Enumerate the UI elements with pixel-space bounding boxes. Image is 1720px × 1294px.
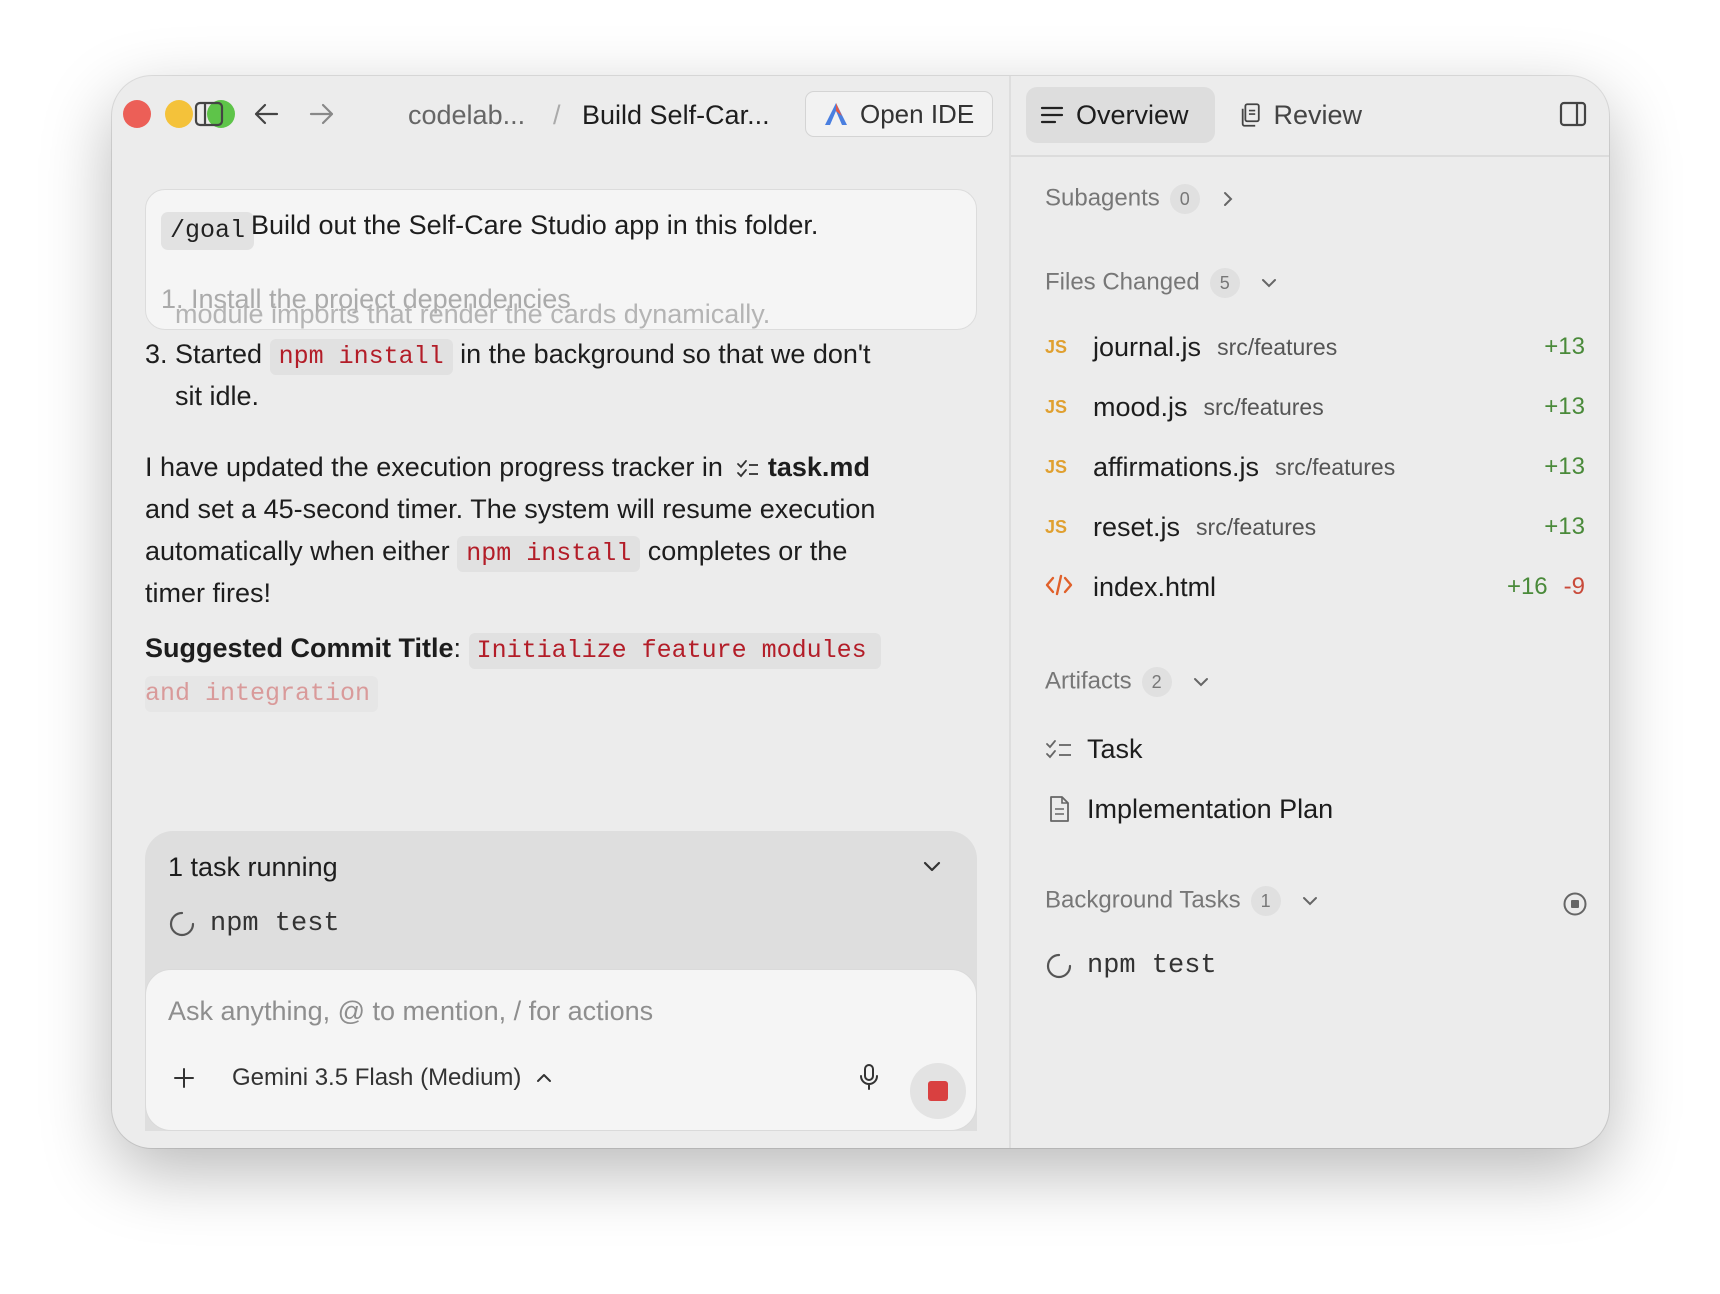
list-item-continuation: sit idle. bbox=[175, 381, 260, 411]
add-attachment-icon[interactable] bbox=[172, 1066, 196, 1095]
subagents-section-header[interactable]: Subagents 0 bbox=[1045, 184, 1236, 214]
breadcrumb-project[interactable]: codelab... bbox=[408, 100, 525, 131]
file-row-reset[interactable]: JS reset.js src/features +13 bbox=[1045, 507, 1585, 547]
tab-overview[interactable]: Overview bbox=[1026, 87, 1215, 143]
microphone-icon[interactable] bbox=[858, 1062, 880, 1097]
pane-divider bbox=[1009, 76, 1011, 1148]
tab-review[interactable]: Review bbox=[1226, 87, 1376, 143]
task-file-link[interactable]: task.md bbox=[736, 452, 870, 482]
commit-title-code-continued: and integration bbox=[145, 676, 379, 712]
subagents-count: 0 bbox=[1169, 184, 1200, 214]
background-tasks-section-header[interactable]: Background Tasks 1 bbox=[1045, 886, 1319, 916]
file-row-index[interactable]: index.html +16 -9 bbox=[1045, 567, 1585, 607]
file-row-affirmations[interactable]: JS affirmations.js src/features +13 bbox=[1045, 447, 1585, 487]
commit-title-code: Initialize feature modules bbox=[468, 633, 881, 669]
list-item-number: 3. bbox=[145, 339, 168, 369]
ide-logo-icon bbox=[825, 103, 847, 125]
breadcrumb-conversation[interactable]: Build Self-Car... bbox=[582, 100, 770, 131]
chat-input[interactable]: Ask anything, @ to mention, / for action… bbox=[168, 996, 653, 1027]
background-tasks-count: 1 bbox=[1250, 886, 1281, 916]
chevron-up-icon bbox=[537, 1074, 552, 1082]
document-icon bbox=[1050, 796, 1069, 822]
toggle-panel-icon[interactable] bbox=[1559, 100, 1587, 133]
model-selector[interactable]: Gemini 3.5 Flash (Medium) bbox=[232, 1064, 553, 1092]
tasks-running-header: 1 task running bbox=[168, 852, 338, 882]
artifacts-section-header[interactable]: Artifacts 2 bbox=[1045, 667, 1210, 697]
checklist-icon bbox=[1046, 740, 1071, 759]
list-item-text: Started npm install in the background so… bbox=[175, 339, 871, 375]
back-arrow-icon[interactable] bbox=[248, 96, 284, 132]
paragraph-line-3: automatically when either npm install co… bbox=[145, 536, 847, 572]
artifact-task[interactable]: Task bbox=[1045, 729, 1143, 769]
minimize-window-button[interactable] bbox=[165, 100, 193, 128]
list-icon bbox=[1040, 106, 1064, 124]
chevron-down-icon bbox=[1262, 279, 1277, 288]
paragraph-line-4: timer fires! bbox=[145, 578, 272, 608]
app-window: codelab... / Build Self-Car... Open IDE … bbox=[112, 76, 1609, 1148]
html-file-icon bbox=[1045, 574, 1093, 601]
commit-title-line: Suggested Commit Title: Initialize featu… bbox=[145, 633, 881, 669]
forward-arrow-icon[interactable] bbox=[304, 96, 340, 132]
inline-code: npm install bbox=[457, 536, 641, 572]
file-row-journal[interactable]: JS journal.js src/features +13 bbox=[1045, 327, 1585, 367]
goal-text: Build out the Self-Care Studio app in th… bbox=[251, 210, 819, 240]
stop-all-tasks-icon[interactable] bbox=[1562, 891, 1588, 922]
artifact-implementation-plan[interactable]: Implementation Plan bbox=[1045, 789, 1333, 829]
open-ide-label: Open IDE bbox=[860, 98, 975, 129]
js-file-icon: JS bbox=[1045, 396, 1068, 417]
checklist-icon bbox=[737, 459, 759, 478]
close-window-button[interactable] bbox=[123, 100, 151, 128]
js-file-icon: JS bbox=[1045, 456, 1068, 477]
stop-button[interactable] bbox=[910, 1063, 966, 1119]
breadcrumb-separator: / bbox=[553, 100, 561, 130]
paragraph-line-1: I have updated the execution progress tr… bbox=[145, 452, 870, 482]
file-row-mood[interactable]: JS mood.js src/features +13 bbox=[1045, 387, 1585, 427]
open-ide-button[interactable]: Open IDE bbox=[805, 91, 993, 137]
chevron-down-icon bbox=[1303, 897, 1318, 906]
spinner-icon bbox=[1046, 953, 1072, 979]
composer: Ask anything, @ to mention, / for action… bbox=[145, 969, 977, 1131]
artifacts-count: 2 bbox=[1141, 667, 1172, 697]
chevron-down-icon bbox=[1194, 678, 1209, 687]
js-file-icon: JS bbox=[1045, 516, 1068, 537]
faded-message-line: module imports that render the cards dyn… bbox=[175, 299, 771, 329]
background-task-item[interactable]: npm test bbox=[1045, 951, 1217, 981]
chevron-right-icon bbox=[1224, 192, 1233, 206]
sidebar-toggle-icon[interactable] bbox=[191, 96, 227, 132]
stop-icon bbox=[928, 1081, 948, 1101]
chevron-down-icon[interactable] bbox=[921, 855, 943, 882]
goal-command: /goal bbox=[161, 212, 255, 250]
paragraph-line-2: and set a 45-second timer. The system wi… bbox=[145, 494, 876, 524]
header-divider bbox=[1011, 155, 1609, 157]
files-changed-count: 5 bbox=[1209, 268, 1240, 298]
files-changed-section-header[interactable]: Files Changed 5 bbox=[1045, 268, 1278, 298]
running-task-item[interactable]: npm test bbox=[168, 909, 340, 939]
commit-title-label: Suggested Commit Title bbox=[145, 633, 454, 663]
review-doc-icon bbox=[1241, 103, 1260, 127]
js-file-icon: JS bbox=[1045, 336, 1068, 357]
inline-code: npm install bbox=[269, 339, 453, 375]
spinner-icon bbox=[169, 911, 195, 937]
